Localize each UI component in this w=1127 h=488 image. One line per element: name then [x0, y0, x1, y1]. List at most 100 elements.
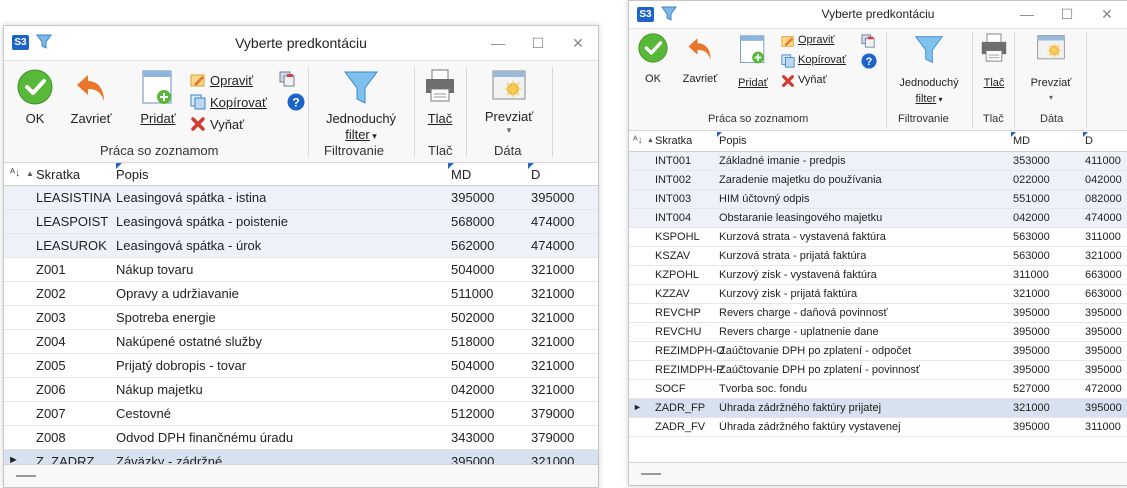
- table-row[interactable]: LEASPOIST Leasingová spátka - poistenie 56…: [4, 210, 598, 234]
- cell-desc: Úhrada zádržného faktúry vystavenej: [719, 421, 901, 433]
- grid-header: ᴬ↓ ▲ Skratka Popis MD D: [629, 132, 1127, 152]
- edit-button[interactable]: Opraviť: [781, 33, 851, 49]
- column-header-d[interactable]: D: [1085, 135, 1093, 147]
- resize-grip[interactable]: [641, 473, 661, 475]
- resize-grip[interactable]: [16, 475, 36, 477]
- status-bar: [4, 464, 598, 487]
- import-label: Prevziať: [1030, 77, 1072, 89]
- column-header-desc[interactable]: Popis: [116, 167, 149, 182]
- table-row[interactable]: Z007 Cestovné 512000 379000: [4, 402, 598, 426]
- title-bar: S3 Vyberte predkontáciu — ☐ ✕: [4, 26, 598, 61]
- table-row[interactable]: REVCHP Revers charge - daňová povinnosť 39…: [629, 304, 1127, 323]
- chevron-down-icon: ▾: [936, 95, 943, 104]
- maximize-button[interactable]: ☐: [1047, 1, 1087, 28]
- copy-button[interactable]: Kopírovať: [190, 93, 286, 111]
- ribbon-separator: [972, 33, 973, 127]
- import-button[interactable]: Prevziať ▾: [474, 67, 544, 139]
- table-row[interactable]: SOCF Tvorba soc. fondu 527000 472000: [629, 380, 1127, 399]
- simple-filter-button[interactable]: Jednoduchý filter ▾: [891, 33, 967, 107]
- help-icon[interactable]: ?: [861, 53, 877, 69]
- column-header-md[interactable]: MD: [451, 167, 471, 182]
- column-header-md[interactable]: MD: [1013, 135, 1030, 147]
- close-window-button[interactable]: ✕: [558, 26, 598, 60]
- cell-d: 311000: [1085, 421, 1121, 433]
- chevron-down-icon: ▾: [369, 131, 377, 141]
- cell-md: 502000: [451, 310, 495, 325]
- column-header-desc[interactable]: Popis: [719, 135, 747, 147]
- table-row[interactable]: KZZAV Kurzový zisk - prijatá faktúra 32100…: [629, 285, 1127, 304]
- table-row[interactable]: INT002 Zaradenie majetku do používania 022…: [629, 171, 1127, 190]
- add-button[interactable]: Pridať: [136, 69, 180, 129]
- table-row[interactable]: REZIMDPH-P Zaúčtovanie DPH po zplatení - …: [629, 361, 1127, 380]
- table-row[interactable]: Z004 Nakúpené ostatné služby 518000 321000: [4, 330, 598, 354]
- import-button[interactable]: Prevziať ▾: [1021, 33, 1081, 107]
- simple-filter-button[interactable]: Jednoduchý filter ▾: [316, 67, 406, 142]
- cell-code: REVCHP: [655, 307, 701, 319]
- sort-az-icon[interactable]: ᴬ↓: [10, 167, 20, 179]
- table-row[interactable]: Z005 Prijatý dobropis - tovar 504000 321000: [4, 354, 598, 378]
- cell-code: Z005: [36, 358, 66, 373]
- edit-button[interactable]: Opraviť: [190, 71, 270, 89]
- table-row[interactable]: Z008 Odvod DPH finančnému úradu 343000 3790…: [4, 426, 598, 450]
- sort-az-icon[interactable]: ᴬ↓: [633, 135, 643, 146]
- print-button[interactable]: Tlač: [420, 69, 460, 129]
- cell-desc: Nakúpené ostatné služby: [116, 334, 262, 349]
- close-button[interactable]: Zavrieť: [675, 33, 725, 91]
- cell-code: LEASUROK: [36, 238, 107, 253]
- close-window-button[interactable]: ✕: [1087, 1, 1127, 28]
- table-row[interactable]: INT004 Obstaranie leasingového majetku 042…: [629, 209, 1127, 228]
- cell-md: 511000: [451, 286, 494, 301]
- checkmark-icon: [17, 69, 53, 105]
- table-row[interactable]: KZPOHL Kurzový zisk - vystavená faktúra 31…: [629, 266, 1127, 285]
- close-button[interactable]: Zavrieť: [66, 69, 116, 126]
- minimize-button[interactable]: —: [478, 26, 518, 60]
- table-row[interactable]: KSPOHL Kurzová strata - vystavená faktúra…: [629, 228, 1127, 247]
- cell-d: 311000: [1085, 231, 1121, 243]
- group-label-filtering: Filtrovanie: [898, 113, 949, 125]
- ok-button[interactable]: OK: [633, 33, 673, 91]
- table-row[interactable]: REVCHU Revers charge - uplatnenie dane 395…: [629, 323, 1127, 342]
- cell-d: 321000: [531, 334, 575, 349]
- cell-code: Z002: [36, 286, 66, 301]
- table-row[interactable]: Z003 Spotreba energie 502000 321000: [4, 306, 598, 330]
- minimize-button[interactable]: —: [1007, 1, 1047, 28]
- table-row[interactable]: Z002 Opravy a udržiavanie 511000 321000: [4, 282, 598, 306]
- copy-button[interactable]: Kopírovať: [781, 53, 861, 69]
- cell-md: 311000: [1013, 269, 1049, 281]
- maximize-button[interactable]: ☐: [518, 26, 558, 60]
- column-header-code[interactable]: Skratka: [36, 167, 80, 182]
- help-icon[interactable]: ?: [287, 93, 305, 111]
- copy-label: Kopírovať: [798, 54, 847, 66]
- column-header-d[interactable]: D: [531, 167, 540, 182]
- table-row[interactable]: INT001 Základné imanie - predpis 353000 411…: [629, 152, 1127, 171]
- table-row[interactable]: ZADR_FV Úhrada zádržného faktúry vystaven…: [629, 418, 1127, 437]
- cell-md: 504000: [451, 262, 495, 277]
- table-row[interactable]: ► ZADR_FP Úhrada zádržného faktúry prijate…: [629, 399, 1127, 418]
- records-grid: ᴬ↓ ▲ Skratka Popis MD D INT001 Základné i…: [629, 132, 1127, 437]
- add-button[interactable]: Pridať: [733, 33, 773, 95]
- cut-button[interactable]: Vyňať: [781, 73, 851, 89]
- group-label-print: Tlač: [983, 113, 1004, 125]
- cell-md: 042000: [1013, 212, 1050, 224]
- table-row[interactable]: Z001 Nákup tovaru 504000 321000: [4, 258, 598, 282]
- table-row[interactable]: KSZAV Kurzová strata - prijatá faktúra 563…: [629, 247, 1127, 266]
- ok-button[interactable]: OK: [10, 69, 60, 126]
- delete-record-icon[interactable]: [861, 34, 875, 48]
- table-row[interactable]: REZIMDPH-O Zaúčtovanie DPH po zplatení - …: [629, 342, 1127, 361]
- title-bar: S3 Vyberte predkontáciu — ☐ ✕: [629, 1, 1127, 29]
- cut-button[interactable]: Vyňať: [190, 115, 270, 133]
- delete-record-icon[interactable]: [279, 71, 295, 87]
- print-button[interactable]: Tlač: [977, 33, 1011, 95]
- cell-desc: Kurzová strata - prijatá faktúra: [719, 250, 867, 262]
- cell-md: 527000: [1013, 383, 1050, 395]
- table-row[interactable]: LEASUROK Leasingová spátka - úrok 562000 47…: [4, 234, 598, 258]
- ribbon-separator: [466, 67, 467, 157]
- cell-md: 504000: [451, 358, 495, 373]
- table-row[interactable]: INT003 HIM účtovný odpis 551000 082000: [629, 190, 1127, 209]
- cell-code: KZPOHL: [655, 269, 700, 281]
- filter-label-line2: filter: [345, 127, 370, 142]
- column-header-code[interactable]: Skratka: [655, 135, 692, 147]
- table-row[interactable]: Z006 Nákup majetku 042000 321000: [4, 378, 598, 402]
- ribbon-separator: [552, 67, 553, 157]
- table-row[interactable]: LEASISTINA Leasingová spátka - istina 3950…: [4, 186, 598, 210]
